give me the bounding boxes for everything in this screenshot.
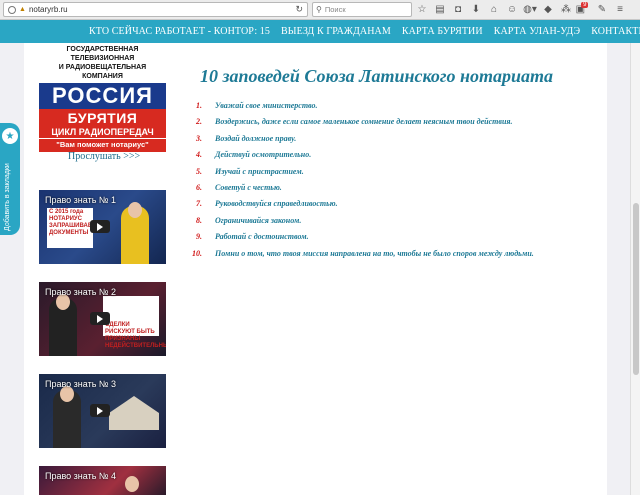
paw-icon[interactable]: ⁂ <box>560 2 572 16</box>
banner-company-line2: И РАДИОВЕЩАТЕЛЬНАЯ КОМПАНИЯ <box>58 64 147 80</box>
toolbar-icons: ☆ ▤ ◘ ⬇ ⌂ ☺ ◍▾ ◆ ⁂ ▣ 9 ✎ ≡ <box>416 2 626 16</box>
add-bookmark-label: Добавить в закладки <box>4 163 11 231</box>
banner-company-line1: ГОСУДАРСТВЕННАЯ ТЕЛЕВИЗИОННАЯ <box>66 46 139 62</box>
addon-badge: 9 <box>581 2 589 8</box>
addon-icon[interactable]: ▣ 9 <box>576 2 590 16</box>
address-text: notaryrb.ru <box>28 5 68 14</box>
video-thumbnail-1[interactable]: С 2015 года НОТАРИУС ЗАПРАШИВАЕТ ДОКУМЕН… <box>39 190 166 264</box>
smiley-icon[interactable]: ☺ <box>506 2 518 16</box>
item-text: Действуй осмотрительно. <box>215 150 312 160</box>
reading-list-icon[interactable]: ▤ <box>434 2 446 16</box>
radio-banner[interactable]: ГОСУДАРСТВЕННАЯ ТЕЛЕВИЗИОННАЯ И РАДИОВЕЩ… <box>39 43 166 152</box>
video-caption: СДЕЛКИ РИСКУЮТ БЫТЬ ПРИЗНАНЫ НЕДЕЙСТВИТЕ… <box>105 322 166 349</box>
item-text: Помни о том, что твоя миссия направлена … <box>215 248 534 258</box>
site-navigation: КТО СЕЙЧАС РАБОТАЕТ - КОНТОР: 15 ВЫЕЗД К… <box>0 20 640 43</box>
search-icon: ⚲ <box>316 5 322 14</box>
nav-item-contacts[interactable]: КОНТАКТЫ <box>591 26 640 37</box>
home-icon[interactable]: ⌂ <box>488 2 500 16</box>
page-title: 10 заповедей Союза Латинского нотариата <box>200 66 554 86</box>
pocket-icon[interactable]: ◘ <box>452 2 464 16</box>
page-scrollbar[interactable] <box>630 43 640 495</box>
video-title: Право знать № 2 <box>45 287 117 297</box>
item-number: 7. <box>196 199 202 209</box>
nav-item-buryatia-map[interactable]: КАРТА БУРЯТИИ <box>402 26 483 37</box>
download-icon[interactable]: ⬇ <box>470 2 482 16</box>
item-text: Ограничивайся законом. <box>215 215 302 225</box>
listen-link[interactable]: Прослушать >>> <box>68 151 140 162</box>
item-number: 3. <box>196 133 202 143</box>
presenter-head <box>128 202 142 218</box>
address-bar[interactable]: ▲ notaryrb.ru ↻ <box>3 2 308 17</box>
video-thumbnail-4[interactable]: Право знать № 4 <box>39 466 166 495</box>
video-title: Право знать № 4 <box>45 471 117 481</box>
item-text: Воздай должное праву. <box>215 133 297 143</box>
item-text: Руководствуйся справедливостью. <box>215 199 338 209</box>
nav-item-ulan-ude-map[interactable]: КАРТА УЛАН-УДЭ <box>494 26 581 37</box>
banner-rossiya: РОССИЯ <box>39 83 166 109</box>
add-bookmark-tab[interactable]: ★ Добавить в закладки <box>0 123 20 235</box>
star-icon[interactable]: ☆ <box>416 2 428 16</box>
play-icon[interactable] <box>90 220 110 233</box>
browser-search-input[interactable]: ⚲ Поиск <box>312 2 412 17</box>
item-number: 6. <box>196 182 202 192</box>
play-icon[interactable] <box>90 312 110 325</box>
item-text: Советуй с честью. <box>215 182 282 192</box>
video-caption-panel: С 2015 года НОТАРИУС ЗАПРАШИВАЕТ ДОКУМЕН… <box>47 208 96 248</box>
scrollbar-thumb[interactable] <box>633 203 639 375</box>
item-number: 1. <box>196 101 202 110</box>
diamond-icon[interactable]: ◆ <box>542 2 554 16</box>
item-text: Изучай с пристрастием. <box>215 166 304 176</box>
search-placeholder: Поиск <box>324 5 346 14</box>
banner-cycle: ЦИКЛ РАДИОПЕРЕДАЧ <box>39 127 166 138</box>
eyedropper-icon[interactable]: ✎ <box>596 2 608 16</box>
item-number: 10. <box>192 248 202 258</box>
item-text: Уважай свое министерство. <box>215 101 318 110</box>
item-text: Работай с достоинством. <box>215 232 309 242</box>
star-icon: ★ <box>2 128 18 144</box>
item-number: 4. <box>196 150 202 160</box>
video-thumbnail-3[interactable]: Право знать № 3 <box>39 374 166 448</box>
item-text: Воздержись, даже если самое маленькое со… <box>215 117 513 127</box>
item-number: 5. <box>196 166 202 176</box>
item-number: 8. <box>196 215 202 225</box>
item-number: 2. <box>196 117 202 127</box>
menu-icon[interactable]: ≡ <box>614 2 626 16</box>
banner-quote: "Вам поможет нотариус" <box>39 138 166 152</box>
video-caption-panel: СДЕЛКИ РИСКУЮТ БЫТЬ ПРИЗНАНЫ НЕДЕЙСТВИТЕ… <box>103 296 166 349</box>
reload-icon[interactable]: ↻ <box>295 4 303 15</box>
video-title: Право знать № 1 <box>45 195 117 205</box>
banner-buryatia: БУРЯТИЯ <box>39 109 166 127</box>
nav-item-home-visit[interactable]: ВЫЕЗД К ГРАЖДАНАМ <box>281 26 391 37</box>
play-icon[interactable] <box>90 404 110 417</box>
warning-icon: ▲ <box>19 6 26 13</box>
video-title: Право знать № 3 <box>45 379 117 389</box>
video-thumbnail-2[interactable]: СДЕЛКИ РИСКУЮТ БЫТЬ ПРИЗНАНЫ НЕДЕЙСТВИТЕ… <box>39 282 166 356</box>
presenter-head <box>125 476 139 492</box>
nav-item-working-offices[interactable]: КТО СЕЙЧАС РАБОТАЕТ - КОНТОР: 15 <box>89 26 270 37</box>
video-caption: С 2015 года НОТАРИУС ЗАПРАШИВАЕТ ДОКУМЕН… <box>49 209 96 236</box>
globe-icon <box>8 5 16 14</box>
browser-toolbar: ▲ notaryrb.ru ↻ ⚲ Поиск ☆ ▤ ◘ ⬇ ⌂ ☺ ◍▾ ◆… <box>0 0 640 20</box>
item-number: 9. <box>196 232 202 242</box>
globe-menu-icon[interactable]: ◍▾ <box>523 2 537 16</box>
